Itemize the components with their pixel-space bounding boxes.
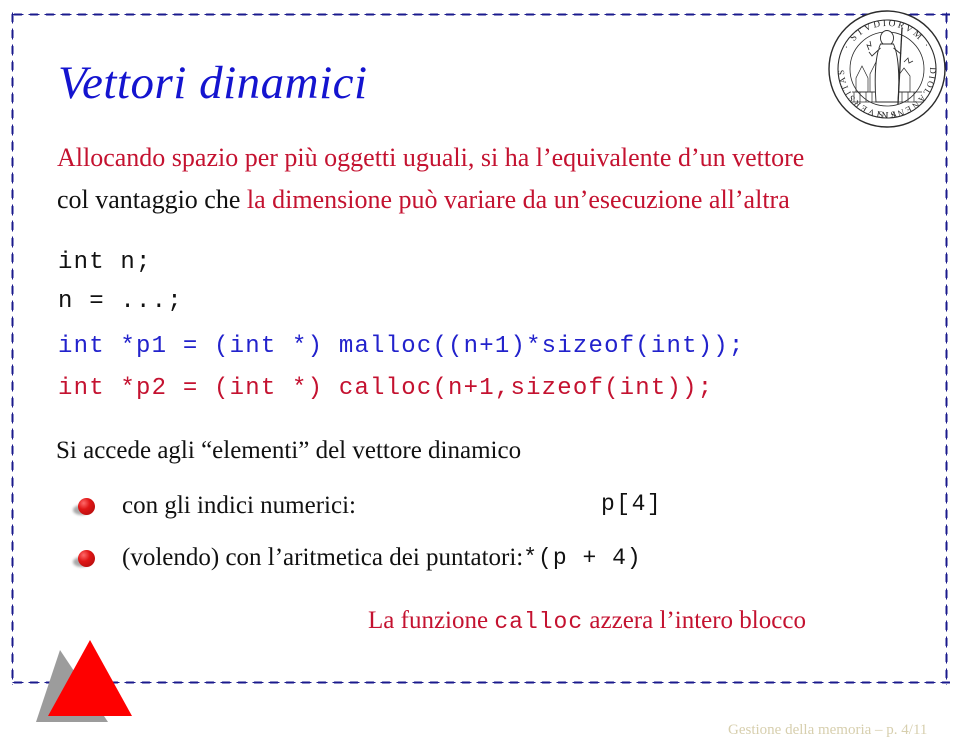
triangle-logo <box>32 636 152 736</box>
bullet-item-pointer-arithmetic-code: *(p + 4) <box>523 545 642 571</box>
bullet-item-indices-code: p[4] <box>601 491 663 517</box>
closing-note-code: calloc <box>494 609 584 635</box>
bullet-item-pointer-arithmetic: (volendo) con l’aritmetica dei puntatori… <box>78 541 642 575</box>
intro-paragraph-line-1: Allocando spazio per più oggetti uguali,… <box>57 143 804 173</box>
slide-footer: Gestione della memoria – p. 4/11 <box>728 722 928 738</box>
access-description-line: Si accede agli “elementi” del vettore di… <box>56 437 522 464</box>
intro-line-1-red: Allocando spazio per più oggetti uguali,… <box>57 143 805 172</box>
border-dots-left <box>11 10 14 685</box>
code-line-assignment: n = ...; <box>58 288 183 315</box>
border-dots-top <box>10 13 950 16</box>
closing-note-suffix: azzera l’intero blocco <box>583 607 806 634</box>
code-line-declaration: int n; <box>58 249 152 276</box>
closing-note-prefix: La funzione <box>368 607 495 634</box>
red-sphere-bullet-icon <box>78 549 95 567</box>
intro-line-2-black: col vantaggio che <box>57 185 247 214</box>
bullet-item-pointer-arithmetic-label: (volendo) con l’aritmetica dei puntatori… <box>122 544 524 571</box>
slide-title: Vettori dinamici <box>58 57 368 109</box>
closing-note: La funzione calloc azzera l’intero blocc… <box>368 607 806 635</box>
slide-canvas: · STVDIORVM · MEDIOLANENSIS · VNIVERSITA… <box>0 0 960 745</box>
intro-line-2-red: la dimensione può variare da un’esecuzio… <box>246 185 790 214</box>
intro-paragraph-line-2: col vantaggio che la dimensione può vari… <box>57 185 790 215</box>
bullet-item-indices-label: con gli indici numerici: <box>122 492 356 519</box>
bullet-item-indices: con gli indici numerici: <box>78 489 356 523</box>
code-line-malloc: int *p1 = (int *) malloc((n+1)*sizeof(in… <box>58 333 745 360</box>
red-sphere-bullet-icon <box>78 497 95 515</box>
university-seal-logo: · STVDIORVM · MEDIOLANENSIS · VNIVERSITA… <box>817 0 952 134</box>
code-line-calloc: int *p2 = (int *) calloc(n+1,sizeof(int)… <box>58 375 714 402</box>
